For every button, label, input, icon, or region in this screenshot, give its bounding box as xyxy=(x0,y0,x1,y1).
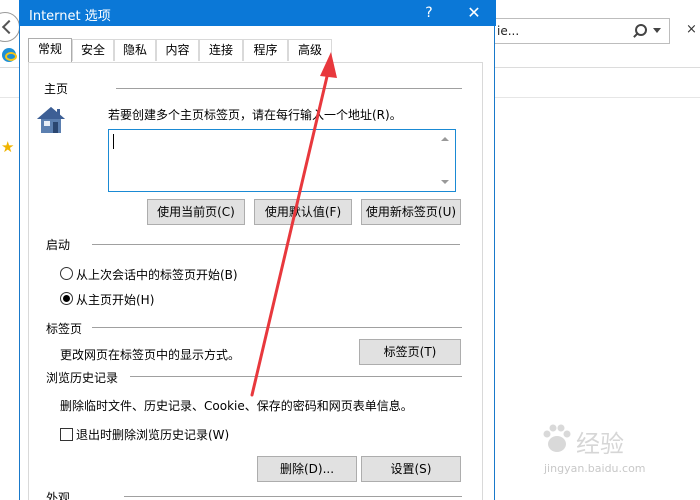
tab-advanced[interactable]: 高级 xyxy=(288,39,332,61)
use-new-tab-button[interactable]: 使用新标签页(U) xyxy=(361,199,461,225)
help-button[interactable]: ? xyxy=(417,0,441,26)
tab-content[interactable]: 内容 xyxy=(156,39,199,61)
startup-last-session-radio[interactable] xyxy=(60,267,73,280)
tab-connections[interactable]: 连接 xyxy=(199,39,243,61)
delete-on-exit-label[interactable]: 退出时删除浏览历史记录(W) xyxy=(76,426,229,443)
tab-privacy[interactable]: 隐私 xyxy=(114,39,156,61)
dialog-titlebar[interactable]: Internet 选项 ? ✕ xyxy=(19,0,496,26)
watermark: 经验 jingyan.baidu.com xyxy=(540,418,700,500)
ie-logo-icon xyxy=(2,48,17,62)
homepage-instruction: 若要创建多个主页标签页，请在每行输入一个地址(R)。 xyxy=(108,108,402,122)
appearance-section-title: 外观 xyxy=(46,491,71,500)
address-text: ie... xyxy=(497,24,520,38)
dialog-title: Internet 选项 xyxy=(29,9,111,24)
tab-general[interactable]: 常规 xyxy=(28,38,72,62)
startup-homepage-label[interactable]: 从主页开始(H) xyxy=(76,291,154,308)
paw-logo-icon xyxy=(543,424,571,452)
tabs-settings-button[interactable]: 标签页(T) xyxy=(359,339,461,365)
tab-security[interactable]: 安全 xyxy=(72,39,114,61)
use-current-button[interactable]: 使用当前页(C) xyxy=(147,199,245,225)
startup-homepage-radio[interactable] xyxy=(60,292,73,305)
appearance-divider xyxy=(124,496,462,497)
use-default-button[interactable]: 使用默认值(F) xyxy=(254,199,352,225)
startup-last-session-label[interactable]: 从上次会话中的标签页开始(B) xyxy=(76,266,238,283)
watermark-brand: 经验 xyxy=(576,430,624,458)
back-icon[interactable] xyxy=(0,12,20,42)
startup-divider xyxy=(92,244,460,245)
tabs-divider xyxy=(92,327,462,328)
delete-on-exit-checkbox[interactable] xyxy=(60,428,73,441)
address-bar[interactable]: ie... xyxy=(492,18,670,44)
history-section-title: 浏览历史记录 xyxy=(46,371,119,385)
tab-close-icon[interactable]: × xyxy=(686,22,700,37)
tab-programs[interactable]: 程序 xyxy=(243,39,288,61)
scroll-down-icon[interactable] xyxy=(441,180,449,184)
text-caret xyxy=(113,134,114,149)
internet-options-dialog: Internet 选项 ? ✕ 常规 安全 隐私 内容 连接 程序 高级 xyxy=(19,0,496,500)
history-description: 删除临时文件、历史记录、Cookie、保存的密码和网页表单信息。 xyxy=(60,399,413,413)
dropdown-icon[interactable] xyxy=(653,28,661,33)
tabs-description: 更改网页在标签页中的显示方式。 xyxy=(60,348,241,362)
tab-strip: 常规 安全 隐私 内容 连接 程序 高级 xyxy=(28,38,488,62)
scroll-up-icon[interactable] xyxy=(441,137,449,141)
delete-history-button[interactable]: 删除(D)... xyxy=(257,456,357,482)
tabs-section-title: 标签页 xyxy=(46,322,83,336)
history-divider xyxy=(130,376,462,377)
home-icon xyxy=(37,107,65,133)
close-button[interactable]: ✕ xyxy=(459,0,489,26)
watermark-url: jingyan.baidu.com xyxy=(544,462,646,475)
favorites-star-icon[interactable]: ★ xyxy=(1,140,14,155)
startup-section-title: 启动 xyxy=(46,238,71,252)
search-icon[interactable] xyxy=(631,23,647,39)
history-settings-button[interactable]: 设置(S) xyxy=(361,456,461,482)
homepage-section-title: 主页 xyxy=(44,82,69,96)
homepage-address-textarea[interactable] xyxy=(108,129,456,192)
homepage-divider xyxy=(116,88,462,89)
